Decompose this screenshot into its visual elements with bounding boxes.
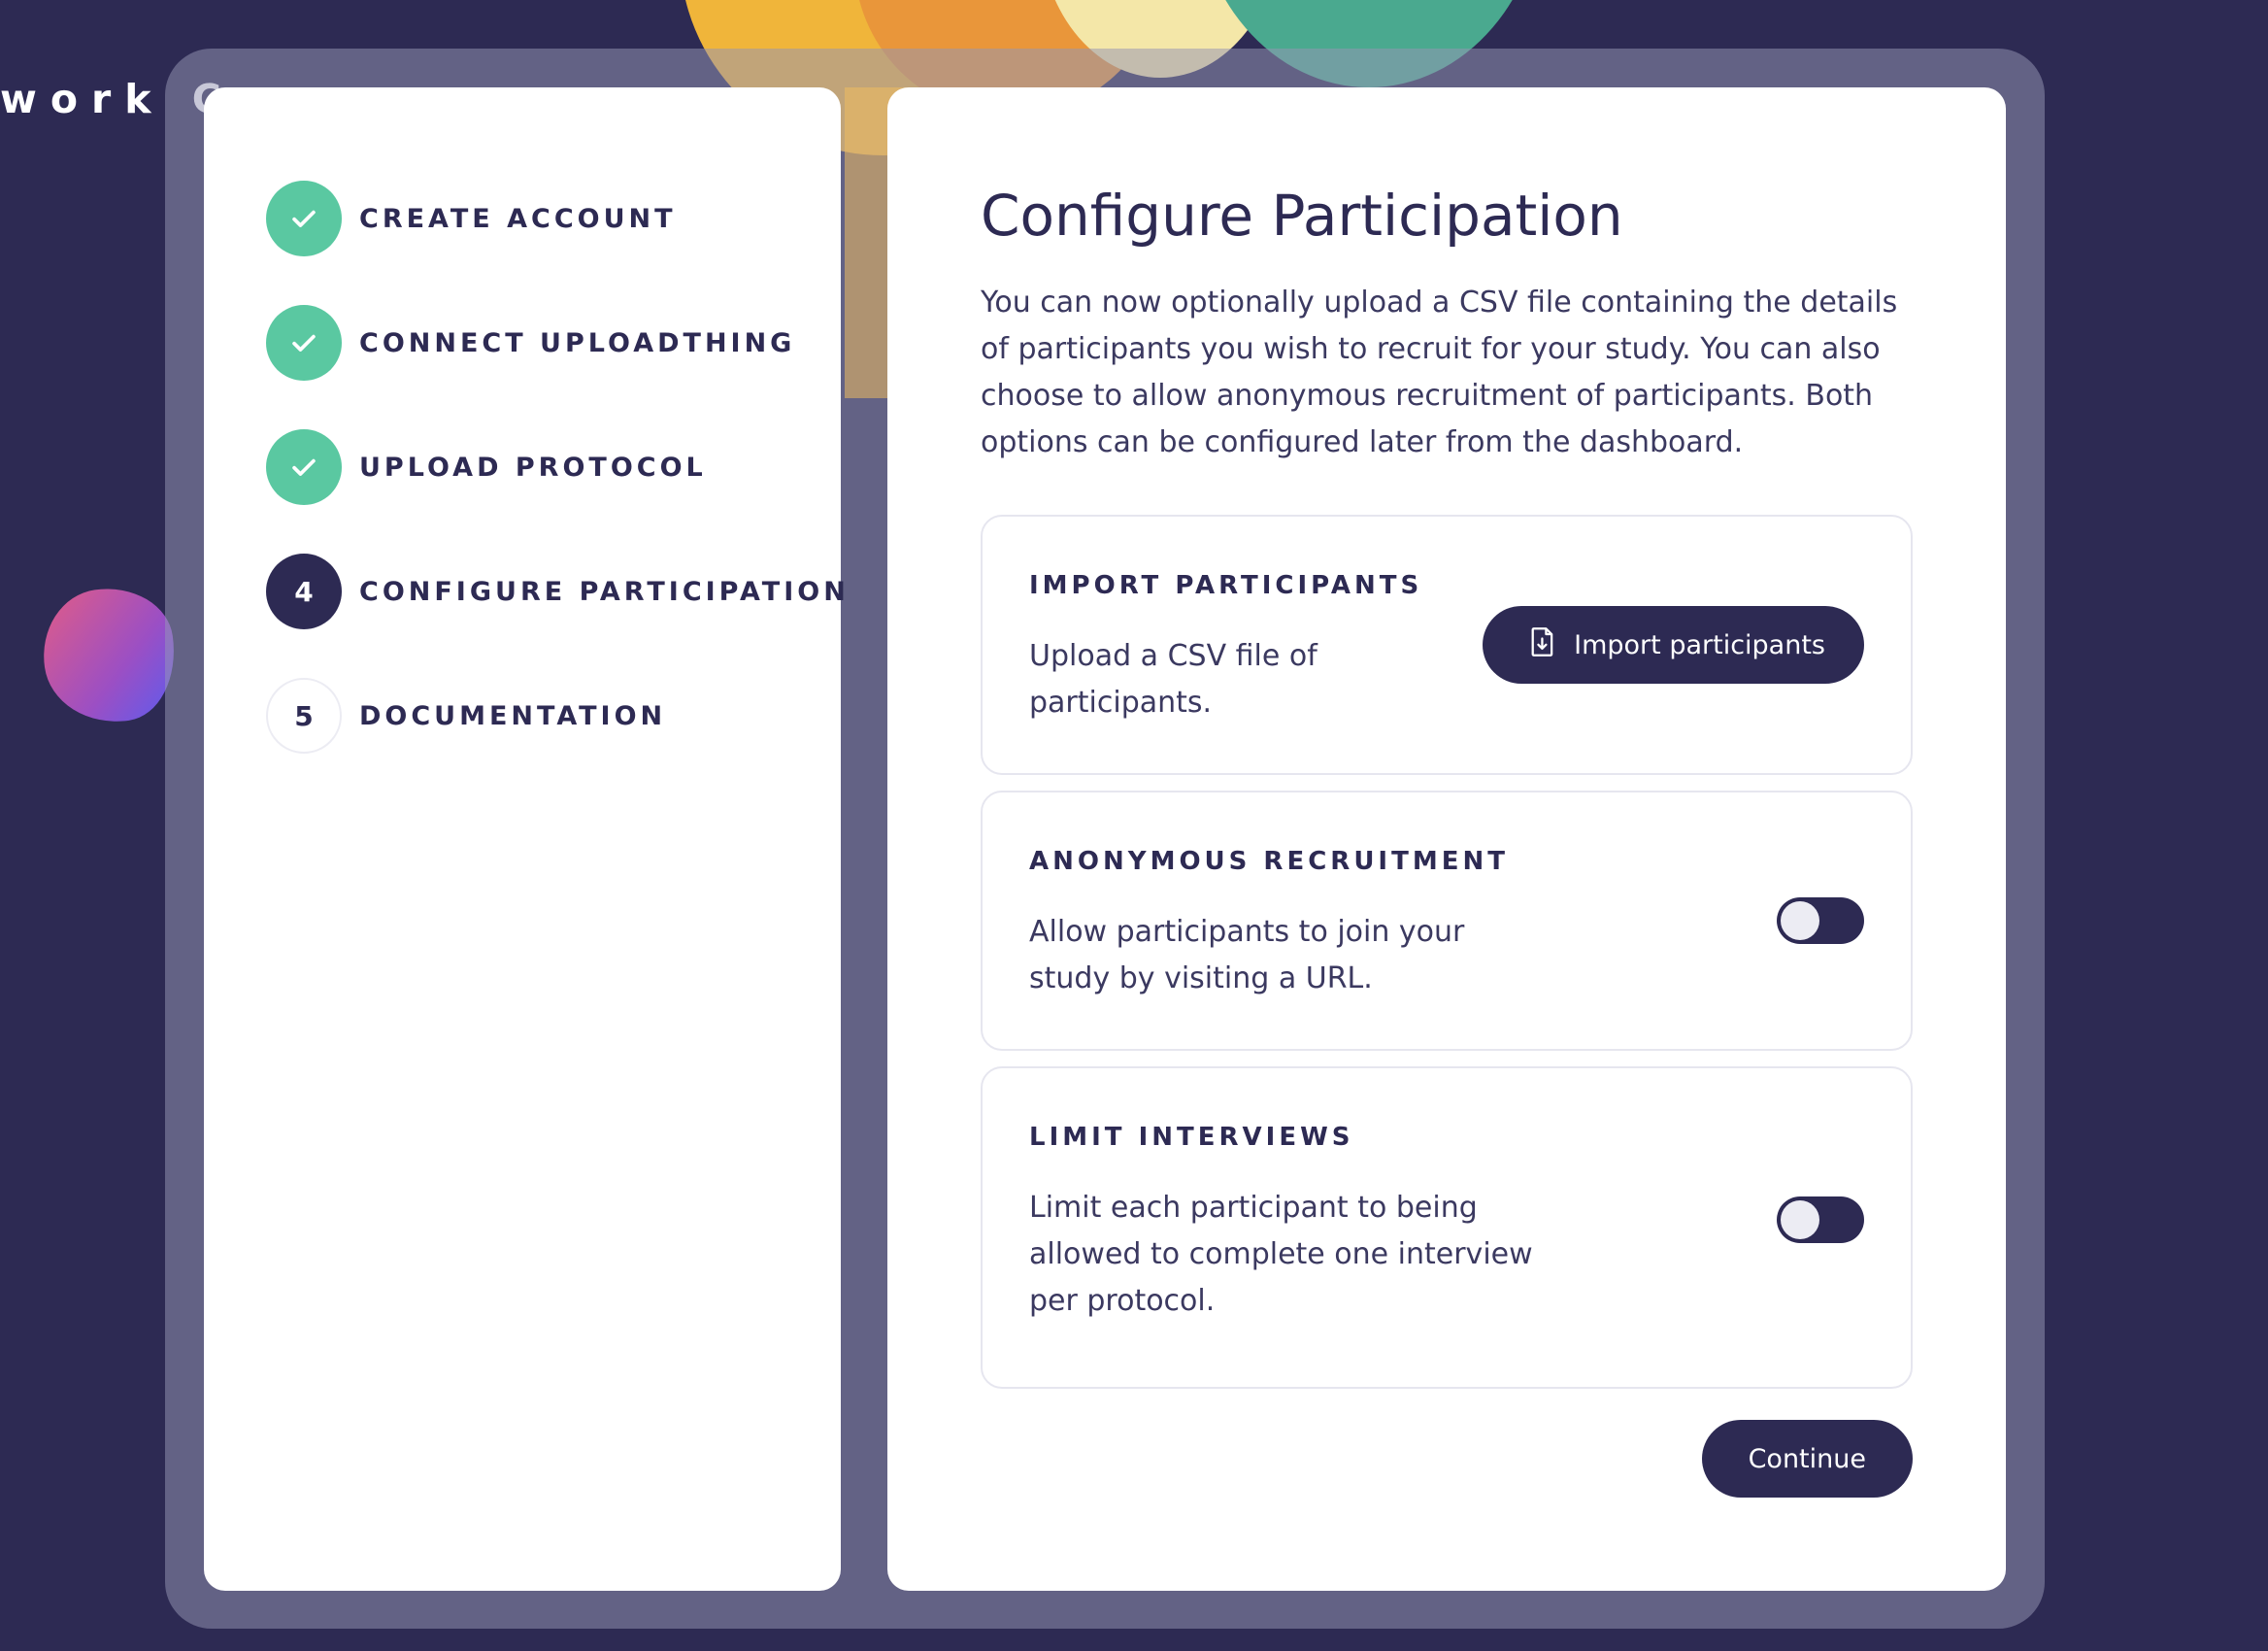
anonymous-recruitment-card: ANONYMOUS RECRUITMENT Allow participants… <box>981 791 1913 1051</box>
card-title: ANONYMOUS RECRUITMENT <box>1029 847 1509 876</box>
step-label: CREATE ACCOUNT <box>359 203 677 234</box>
step-label: CONFIGURE PARTICIPATION <box>359 576 850 607</box>
step-label: CONNECT UPLOADTHING <box>359 327 796 358</box>
step-number-badge: 5 <box>266 678 342 754</box>
file-import-icon <box>1529 626 1556 664</box>
card-title: IMPORT PARTICIPANTS <box>1029 571 1423 600</box>
import-participants-card: IMPORT PARTICIPANTS Upload a CSV file of… <box>981 515 1913 775</box>
limit-interviews-card: LIMIT INTERVIEWS Limit each participant … <box>981 1066 1913 1389</box>
import-participants-label: Import participants <box>1574 629 1825 660</box>
card-description: Allow participants to join your study by… <box>1029 915 1465 995</box>
continue-button[interactable]: Continue <box>1701 1420 1913 1498</box>
step-configure-participation[interactable]: 4 CONFIGURE PARTICIPATION <box>266 554 850 629</box>
toggle-knob <box>1781 901 1819 940</box>
toggle-knob <box>1781 1200 1819 1239</box>
step-complete-indicator <box>266 429 342 505</box>
card-description: Limit each participant to being allowed … <box>1029 1191 1533 1318</box>
step-create-account[interactable]: CREATE ACCOUNT <box>266 181 677 256</box>
check-icon <box>287 326 320 359</box>
page-description: You can now optionally upload a CSV file… <box>981 286 1898 459</box>
step-label: UPLOAD PROTOCOL <box>359 452 707 483</box>
check-icon <box>287 451 320 484</box>
import-participants-button[interactable]: Import participants <box>1483 606 1864 684</box>
step-number-badge: 4 <box>266 554 342 629</box>
step-connect-uploadthing[interactable]: CONNECT UPLOADTHING <box>266 305 795 381</box>
page-title: Configure Participation <box>981 183 1623 249</box>
card-title: LIMIT INTERVIEWS <box>1029 1123 1354 1152</box>
step-upload-protocol[interactable]: UPLOAD PROTOCOL <box>266 429 707 505</box>
step-label: DOCUMENTATION <box>359 700 667 731</box>
steps-sidebar: CREATE ACCOUNT CONNECT UPLOADTHING UPLOA… <box>204 87 846 1591</box>
limit-interviews-toggle[interactable] <box>1777 1196 1864 1243</box>
card-description: Upload a CSV file of participants. <box>1029 639 1317 720</box>
step-complete-indicator <box>266 305 342 381</box>
step-complete-indicator <box>266 181 342 256</box>
configure-participation-panel: Configure Participation You can now opti… <box>887 87 2006 1591</box>
check-icon <box>287 202 320 235</box>
anonymous-recruitment-toggle[interactable] <box>1777 897 1864 944</box>
step-documentation[interactable]: 5 DOCUMENTATION <box>266 678 666 754</box>
decorative-gradient-blob <box>35 580 183 731</box>
